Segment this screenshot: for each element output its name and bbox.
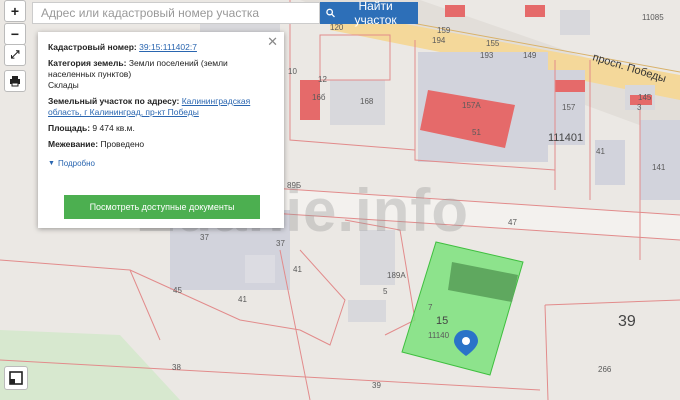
zoom-in-button[interactable]: + xyxy=(4,0,26,22)
map-label: 11140 xyxy=(428,331,450,340)
map-label: 41 xyxy=(238,295,247,304)
map-label: 155 xyxy=(486,39,500,48)
parcel-info-popup: ✕ Кадастровый номер: 39:15:111402:7 Кате… xyxy=(38,32,284,228)
area-row: Площадь: 9 474 кв.м. xyxy=(48,123,274,134)
printer-icon xyxy=(10,76,20,87)
map-label: 3 xyxy=(637,103,642,112)
survey-label: Межевание: xyxy=(48,139,99,149)
map-label: 157 xyxy=(562,103,576,112)
map-label: 16б xyxy=(312,93,326,102)
map-label: 193 xyxy=(480,51,494,60)
layers-button[interactable] xyxy=(4,366,28,390)
map-label: 39 xyxy=(372,381,381,390)
map-label: 47 xyxy=(508,218,517,227)
land-category-row: Категория земель: Земли поселений (земли… xyxy=(48,58,274,91)
land-use-value: Склады xyxy=(48,80,79,90)
map-label: 149 xyxy=(523,51,537,60)
map-label: 194 xyxy=(432,36,446,45)
map-label: 145 xyxy=(638,93,652,102)
map-label: 7 xyxy=(428,303,433,312)
map-label: 5 xyxy=(383,287,388,296)
map-label: 189А xyxy=(387,271,406,280)
zoom-out-button[interactable]: − xyxy=(4,23,26,45)
map-label: 168 xyxy=(360,97,374,106)
area-value: 9 474 кв.м. xyxy=(92,123,135,133)
map-label: 10 xyxy=(288,67,297,76)
map-label: 41 xyxy=(293,265,302,274)
map-label: 266 xyxy=(598,365,612,374)
search-button-label: Найти участок xyxy=(354,0,397,27)
map-label: 141 xyxy=(652,163,666,172)
map-label: 157А xyxy=(462,101,481,110)
view-documents-button[interactable]: Посмотреть доступные документы xyxy=(64,195,260,219)
fullscreen-button[interactable]: ⤢ xyxy=(4,44,26,66)
map-label: 12 xyxy=(318,75,327,84)
search-button[interactable]: Найти участок xyxy=(320,0,418,27)
map-label: 38 xyxy=(172,363,181,372)
map-label: 41 xyxy=(596,147,605,156)
search-input[interactable] xyxy=(32,2,320,24)
print-button[interactable] xyxy=(4,70,26,92)
address-label: Земельный участок по адресу: xyxy=(48,96,180,106)
address-row: Земельный участок по адресу: Калининград… xyxy=(48,96,274,118)
map-label: 111401 xyxy=(548,132,583,144)
map-label: 11085 xyxy=(642,13,664,22)
cadastral-number-link[interactable]: 39:15:111402:7 xyxy=(139,42,197,52)
map-label: 39 xyxy=(618,313,636,330)
map-label: 159 xyxy=(437,26,451,35)
expand-icon: ⤢ xyxy=(10,48,20,61)
caret-down-icon: ▼ xyxy=(48,160,55,167)
layers-icon xyxy=(9,371,23,385)
map-label: 15 xyxy=(436,315,448,327)
survey-row: Межевание: Проведено xyxy=(48,139,274,150)
survey-value: Проведено xyxy=(100,139,145,149)
area-label: Площадь: xyxy=(48,123,91,133)
more-details-link[interactable]: ▼ Подробно xyxy=(48,158,274,169)
map-label: 45 xyxy=(173,286,182,295)
more-details-label: Подробно xyxy=(57,159,95,168)
search-icon xyxy=(326,8,335,18)
cadastral-number-row: Кадастровый номер: 39:15:111402:7 xyxy=(48,42,274,53)
cadastral-number-label: Кадастровый номер: xyxy=(48,42,137,52)
land-category-label: Категория земель: xyxy=(48,58,127,68)
map-label: 51 xyxy=(472,128,481,137)
close-icon[interactable]: ✕ xyxy=(267,35,278,48)
